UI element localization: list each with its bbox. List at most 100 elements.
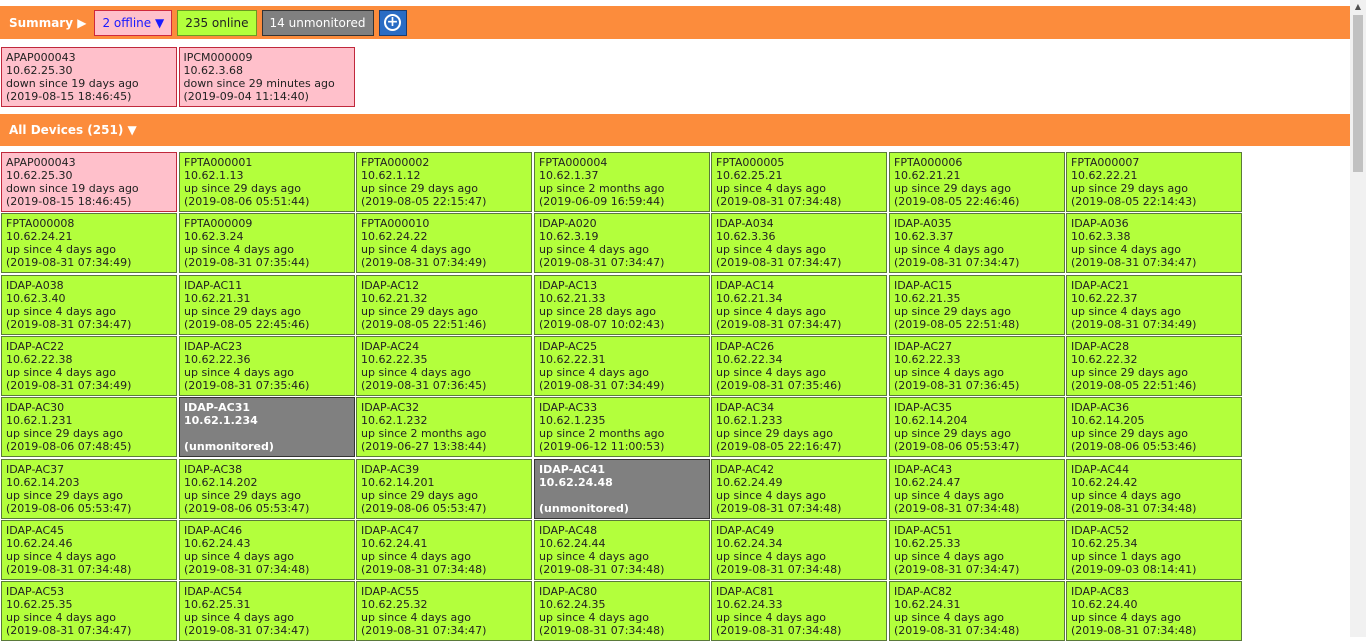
device-tile[interactable]: FPTA000009 10.62.3.24 up since 4 days ago(… xyxy=(179,213,355,273)
online-filter-button[interactable]: 235 online xyxy=(177,9,257,36)
device-status: up since 29 days ago xyxy=(1071,366,1188,379)
add-device-button[interactable]: + xyxy=(378,9,407,36)
device-name: IDAP-AC13 xyxy=(539,279,598,292)
device-tile[interactable]: IDAP-AC13 10.62.21.33 up since 28 days ago… xyxy=(534,275,710,335)
device-tile[interactable]: IDAP-AC26 10.62.22.34 up since 4 days ago(… xyxy=(711,336,887,396)
device-name: IDAP-AC45 xyxy=(6,524,65,537)
device-name: IDAP-AC44 xyxy=(1071,463,1130,476)
device-status: up since 4 days ago xyxy=(184,366,294,379)
device-tile[interactable]: FPTA000008 10.62.24.21 up since 4 days ago… xyxy=(1,213,177,273)
device-name: APAP000043 xyxy=(6,51,76,64)
device-tile[interactable]: IDAP-AC33 10.62.1.235 up since 2 months ag… xyxy=(534,397,710,457)
device-tile[interactable]: IDAP-AC82 10.62.24.31 up since 4 days ago(… xyxy=(889,581,1065,641)
device-name: IDAP-AC11 xyxy=(184,279,243,292)
all-devices-toggle[interactable]: All Devices (251) ▼ xyxy=(9,123,137,137)
device-since: (2019-08-31 07:35:46) xyxy=(184,379,310,392)
device-ip: 10.62.24.22 xyxy=(361,230,428,243)
device-tile[interactable]: IDAP-AC35 10.62.14.204 up since 29 days ag… xyxy=(889,397,1065,457)
device-status: up since 4 days ago xyxy=(6,305,116,318)
device-tile[interactable]: IDAP-A038 10.62.3.40 up since 4 days ago (2… xyxy=(1,275,177,335)
device-tile[interactable]: IDAP-AC42 10.62.24.49 up since 4 days ago(… xyxy=(711,459,887,519)
device-ip: 10.62.25.33 xyxy=(894,537,961,550)
device-ip: 10.62.1.234 xyxy=(184,414,258,427)
vertical-scrollbar[interactable]: ▲ xyxy=(1350,0,1366,637)
device-tile[interactable]: IDAP-A020 10.62.3.19 up since 4 days ago (2… xyxy=(534,213,710,273)
offline-filter-button[interactable]: 2 offline ▼ xyxy=(94,9,173,36)
device-status: up since 29 days ago xyxy=(716,427,833,440)
device-since: (2019-08-31 07:34:47) xyxy=(6,624,132,637)
offline-device-tile[interactable]: IPCM000009 10.62.3.68 down since 29 minute… xyxy=(178,47,355,107)
device-tile[interactable]: IDAP-AC43 10.62.24.47 up since 4 days ago(… xyxy=(889,459,1065,519)
device-ip: 10.62.25.32 xyxy=(361,598,428,611)
device-tile[interactable]: IDAP-AC37 10.62.14.203 up since 29 days ag… xyxy=(1,459,177,519)
device-tile[interactable]: FPTA000006 10.62.21.21 up since 29 days ag… xyxy=(889,152,1065,212)
device-tile[interactable]: IDAP-AC83 10.62.24.40 up since 4 days ago(… xyxy=(1066,581,1242,641)
summary-toggle[interactable]: Summary ▶ xyxy=(9,16,86,30)
device-tile[interactable]: IDAP-AC39 10.62.14.201 up since 29 days ag… xyxy=(356,459,532,519)
device-ip: 10.62.22.21 xyxy=(1071,169,1138,182)
device-since: (2019-08-05 22:15:47) xyxy=(361,195,487,208)
device-tile[interactable]: IDAP-AC49 10.62.24.34 up since 4 days ago(… xyxy=(711,520,887,580)
offline-device-tile[interactable]: APAP000043 10.62.25.30 down since 19 days … xyxy=(1,47,177,107)
device-tile[interactable]: IDAP-AC24 10.62.22.35 up since 4 days ago(… xyxy=(356,336,532,396)
device-tile[interactable]: FPTA000007 10.62.22.21 up since 29 days ag… xyxy=(1066,152,1242,212)
device-since: (2019-08-31 07:34:47) xyxy=(716,256,842,269)
device-ip: 10.62.25.30 xyxy=(6,169,73,182)
device-tile[interactable]: IDAP-AC44 10.62.24.42 up since 4 days ago(… xyxy=(1066,459,1242,519)
device-name: IDAP-AC83 xyxy=(1071,585,1130,598)
device-tile[interactable]: IDAP-A036 10.62.3.38 up since 4 days ago (2… xyxy=(1066,213,1242,273)
device-ip: 10.62.3.68 xyxy=(183,64,243,77)
device-tile[interactable]: IDAP-AC47 10.62.24.41 up since 4 days ago(… xyxy=(356,520,532,580)
device-tile[interactable]: IDAP-AC23 10.62.22.36 up since 4 days ago(… xyxy=(179,336,355,396)
device-since: (2019-08-31 07:36:45) xyxy=(894,379,1020,392)
device-tile[interactable]: IDAP-AC45 10.62.24.46 up since 4 days ago(… xyxy=(1,520,177,580)
device-status: up since 4 days ago xyxy=(539,611,649,624)
device-status: up since 4 days ago xyxy=(539,243,649,256)
device-tile[interactable]: IDAP-AC31 10.62.1.234 (unmonitored) xyxy=(179,397,355,457)
device-tile[interactable]: IDAP-AC22 10.62.22.38 up since 4 days ago(… xyxy=(1,336,177,396)
device-tile[interactable]: IDAP-AC28 10.62.22.32 up since 29 days ago… xyxy=(1066,336,1242,396)
device-status: up since 4 days ago xyxy=(184,611,294,624)
device-since: (2019-08-31 07:34:48) xyxy=(361,563,487,576)
device-tile[interactable]: FPTA000001 10.62.1.13 up since 29 days ago… xyxy=(179,152,355,212)
device-tile[interactable]: IDAP-AC36 10.62.14.205 up since 29 days ag… xyxy=(1066,397,1242,457)
device-status: up since 4 days ago xyxy=(6,243,116,256)
device-tile[interactable]: IDAP-AC51 10.62.25.33 up since 4 days ago(… xyxy=(889,520,1065,580)
device-tile[interactable]: IDAP-AC27 10.62.22.33 up since 4 days ago(… xyxy=(889,336,1065,396)
device-tile[interactable]: IDAP-A034 10.62.3.36 up since 4 days ago (2… xyxy=(711,213,887,273)
device-tile[interactable]: IDAP-AC80 10.62.24.35 up since 4 days ago(… xyxy=(534,581,710,641)
device-tile[interactable]: IDAP-AC81 10.62.24.33 up since 4 days ago(… xyxy=(711,581,887,641)
device-status: up since 4 days ago xyxy=(716,243,826,256)
device-tile[interactable]: APAP000043 10.62.25.30 down since 19 days … xyxy=(1,152,177,212)
device-tile[interactable]: FPTA000004 10.62.1.37 up since 2 months ag… xyxy=(534,152,710,212)
scrollbar-thumb[interactable] xyxy=(1353,15,1363,172)
device-tile[interactable]: IDAP-AC14 10.62.21.34 up since 4 days ago(… xyxy=(711,275,887,335)
device-tile[interactable]: IDAP-AC15 10.62.21.35 up since 29 days ago… xyxy=(889,275,1065,335)
device-tile[interactable]: IDAP-AC54 10.62.25.31 up since 4 days ago(… xyxy=(179,581,355,641)
device-tile[interactable]: IDAP-AC55 10.62.25.32 up since 4 days ago(… xyxy=(356,581,532,641)
device-tile[interactable]: IDAP-AC46 10.62.24.43 up since 4 days ago(… xyxy=(179,520,355,580)
device-since: (2019-08-31 07:35:44) xyxy=(184,256,310,269)
device-tile[interactable]: IDAP-AC48 10.62.24.44 up since 4 days ago(… xyxy=(534,520,710,580)
device-since: (2019-08-06 05:53:47) xyxy=(6,502,132,515)
device-tile[interactable]: FPTA000002 10.62.1.12 up since 29 days ago… xyxy=(356,152,532,212)
device-tile[interactable]: IDAP-AC11 10.62.21.31 up since 29 days ago… xyxy=(179,275,355,335)
device-status: up since 29 days ago xyxy=(184,182,301,195)
device-tile[interactable]: IDAP-AC21 10.62.22.37 up since 4 days ago(… xyxy=(1066,275,1242,335)
device-tile[interactable]: IDAP-AC41 10.62.24.48 (unmonitored) xyxy=(534,459,710,519)
scroll-up-arrow-icon[interactable]: ▲ xyxy=(1350,0,1366,14)
unmonitored-filter-button[interactable]: 14 unmonitored xyxy=(261,9,374,36)
device-tile[interactable]: FPTA000010 10.62.24.22 up since 4 days ago… xyxy=(356,213,532,273)
device-name: IDAP-AC47 xyxy=(361,524,420,537)
device-tile[interactable]: IDAP-A035 10.62.3.37 up since 4 days ago (2… xyxy=(889,213,1065,273)
device-tile[interactable]: IDAP-AC38 10.62.14.202 up since 29 days ag… xyxy=(179,459,355,519)
device-tile[interactable]: IDAP-AC32 10.62.1.232 up since 2 months ag… xyxy=(356,397,532,457)
device-tile[interactable]: FPTA000005 10.62.25.21 up since 4 days ago… xyxy=(711,152,887,212)
device-tile[interactable]: IDAP-AC12 10.62.21.32 up since 29 days ago… xyxy=(356,275,532,335)
device-tile[interactable]: IDAP-AC53 10.62.25.35 up since 4 days ago(… xyxy=(1,581,177,641)
device-tile[interactable]: IDAP-AC30 10.62.1.231 up since 29 days ago… xyxy=(1,397,177,457)
device-tile[interactable]: IDAP-AC52 10.62.25.34 up since 1 days ago(… xyxy=(1066,520,1242,580)
device-tile[interactable]: IDAP-AC25 10.62.22.31 up since 4 days ago(… xyxy=(534,336,710,396)
device-ip: 10.62.14.201 xyxy=(361,476,435,489)
device-tile[interactable]: IDAP-AC34 10.62.1.233 up since 29 days ago… xyxy=(711,397,887,457)
